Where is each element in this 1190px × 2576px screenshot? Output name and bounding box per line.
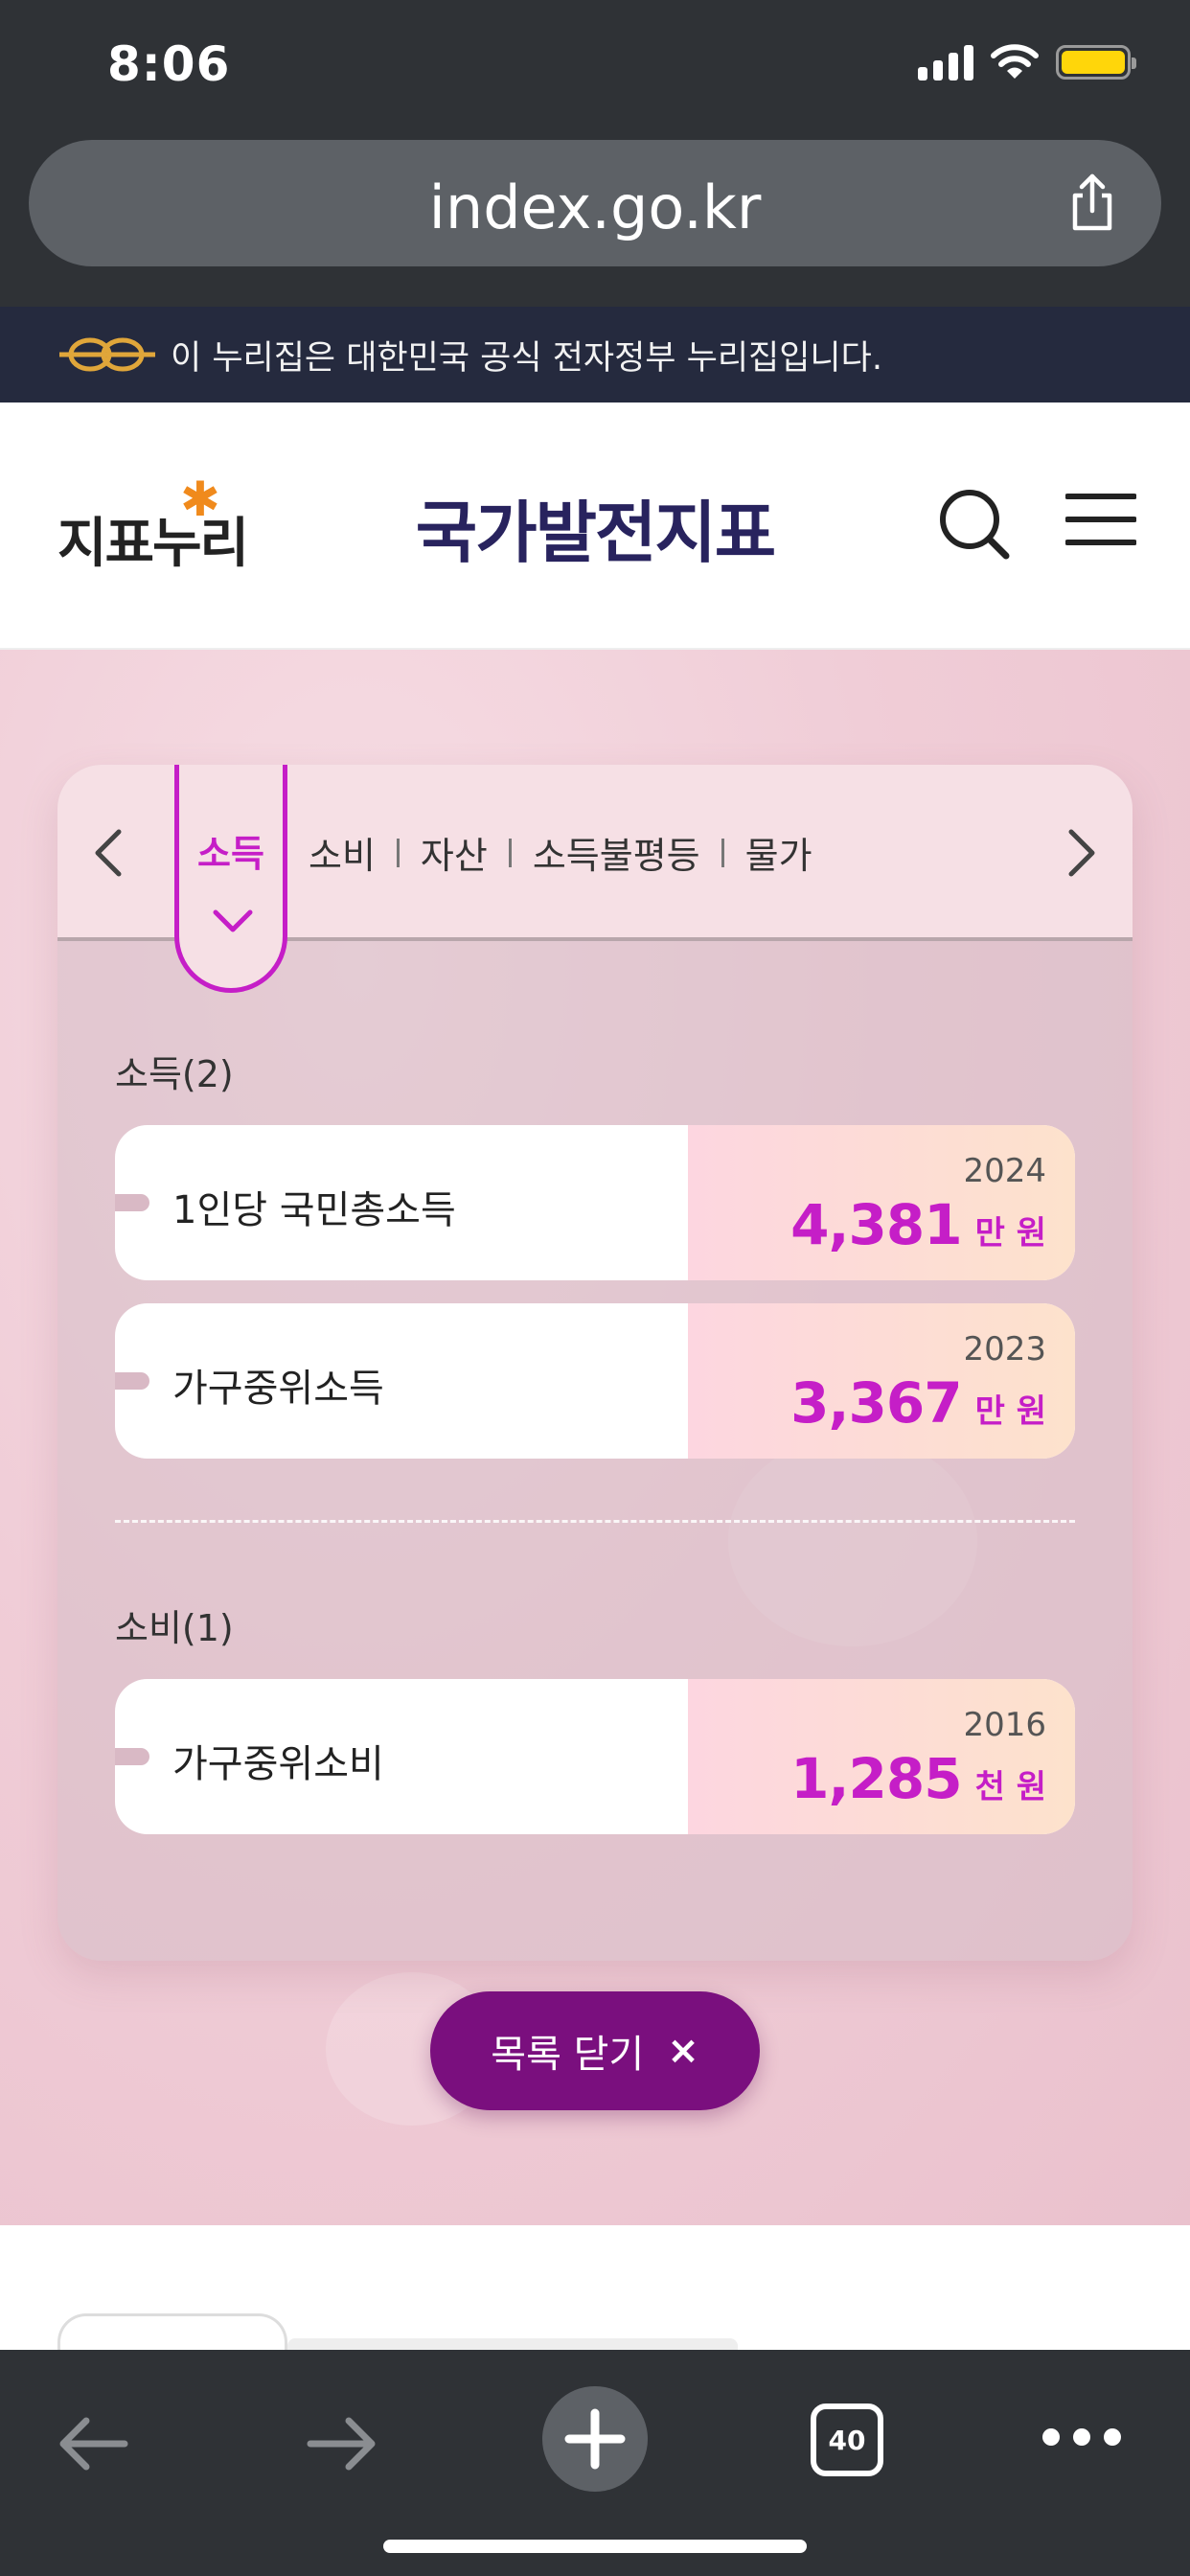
- indicator-row[interactable]: 가구중위소득 2023 3,367 만 원: [115, 1303, 1075, 1459]
- site-header: 지표누리 ✱ 국가발전지표: [0, 402, 1190, 650]
- indicator-row[interactable]: 가구중위소비 2016 1,285 천 원: [115, 1679, 1075, 1834]
- chevron-right-icon[interactable]: [1052, 822, 1110, 884]
- hamburger-menu-icon[interactable]: [1065, 491, 1136, 548]
- chevron-left-icon[interactable]: [80, 822, 138, 884]
- indicator-year: 2016: [963, 1706, 1046, 1744]
- indicator-year: 2024: [963, 1152, 1046, 1190]
- tab-separator: [721, 838, 724, 867]
- tab-assets[interactable]: 자산: [421, 826, 488, 879]
- tabs-count-button[interactable]: 40: [811, 2404, 883, 2476]
- indicator-row[interactable]: 1인당 국민총소득 2024 4,381 만 원: [115, 1125, 1075, 1280]
- status-bar: 8:06: [0, 0, 1190, 134]
- close-icon: ×: [667, 2029, 699, 2073]
- section-title-income: 소득(2): [115, 1053, 234, 1095]
- more-options-icon[interactable]: [1042, 2428, 1121, 2446]
- share-icon[interactable]: [1062, 172, 1123, 234]
- close-list-label: 목록 닫기: [491, 2033, 645, 2077]
- indicator-panel: 소비 자산 소득불평등 물가 소득 소득(2) 1인당 국민총소득 2024 4…: [57, 765, 1133, 1961]
- tab-list: 소비 자산 소득불평등 물가: [309, 826, 812, 879]
- indicator-value: 3,367 만 원: [790, 1370, 1046, 1436]
- close-list-button[interactable]: 목록 닫기 ×: [430, 1991, 760, 2110]
- tab-separator: [508, 838, 512, 867]
- tab-prices[interactable]: 물가: [745, 826, 812, 879]
- indicator-year: 2023: [963, 1330, 1046, 1368]
- indicator-number: 4,381: [790, 1192, 962, 1257]
- new-tab-button[interactable]: [542, 2386, 648, 2492]
- indicator-unit: 만 원: [974, 1392, 1046, 1431]
- status-icons: [918, 44, 1136, 80]
- chevron-down-icon: [213, 909, 253, 932]
- cellular-signal-icon: [918, 44, 973, 80]
- indicator-value-box: 2023 3,367 만 원: [688, 1303, 1075, 1459]
- indicator-value-box: 2024 4,381 만 원: [688, 1125, 1075, 1280]
- status-time: 8:06: [107, 36, 231, 92]
- tab-active-label: 소득: [197, 833, 264, 875]
- wifi-icon: [991, 44, 1039, 79]
- url-text: index.go.kr: [428, 172, 762, 242]
- indicator-unit: 만 원: [974, 1214, 1046, 1253]
- section-title-consumption: 소비(1): [115, 1607, 234, 1649]
- indicator-value: 1,285 천 원: [790, 1746, 1046, 1811]
- forward-arrow-icon[interactable]: [305, 2413, 381, 2474]
- back-arrow-icon[interactable]: [54, 2413, 130, 2474]
- plus-icon: [564, 2408, 626, 2470]
- section-divider: [115, 1520, 1075, 1523]
- next-section: [0, 2225, 1190, 2371]
- row-marker: [115, 1748, 149, 1765]
- indicator-number: 3,367: [790, 1370, 962, 1436]
- battery-icon: [1056, 45, 1136, 80]
- indicator-label: 가구중위소비: [172, 1742, 384, 1786]
- tab-consumption[interactable]: 소비: [309, 826, 376, 879]
- row-marker: [115, 1194, 149, 1211]
- tab-income-inequality[interactable]: 소득불평등: [533, 826, 700, 879]
- indicator-label: 1인당 국민총소득: [172, 1188, 456, 1232]
- indicator-label: 가구중위소득: [172, 1367, 384, 1411]
- gov-banner: 이 누리집은 대한민국 공식 전자정부 누리집입니다.: [0, 307, 1190, 402]
- tab-income-active[interactable]: 소득: [174, 765, 287, 993]
- indicator-value: 4,381 만 원: [790, 1192, 1046, 1257]
- indicator-unit: 천 원: [974, 1768, 1046, 1806]
- gov-banner-text: 이 누리집은 대한민국 공식 전자정부 누리집입니다.: [171, 338, 882, 378]
- search-icon[interactable]: [935, 485, 1012, 562]
- row-marker: [115, 1372, 149, 1390]
- egov-logo-icon: [59, 337, 155, 372]
- indicator-value-box: 2016 1,285 천 원: [688, 1679, 1075, 1834]
- tab-separator: [396, 838, 400, 867]
- home-indicator: [383, 2540, 807, 2553]
- address-bar[interactable]: index.go.kr: [29, 140, 1161, 266]
- indicator-number: 1,285: [790, 1746, 962, 1811]
- indicator-area: 소비 자산 소득불평등 물가 소득 소득(2) 1인당 국민총소득 2024 4…: [0, 650, 1190, 2225]
- browser-address-area: index.go.kr: [0, 134, 1190, 307]
